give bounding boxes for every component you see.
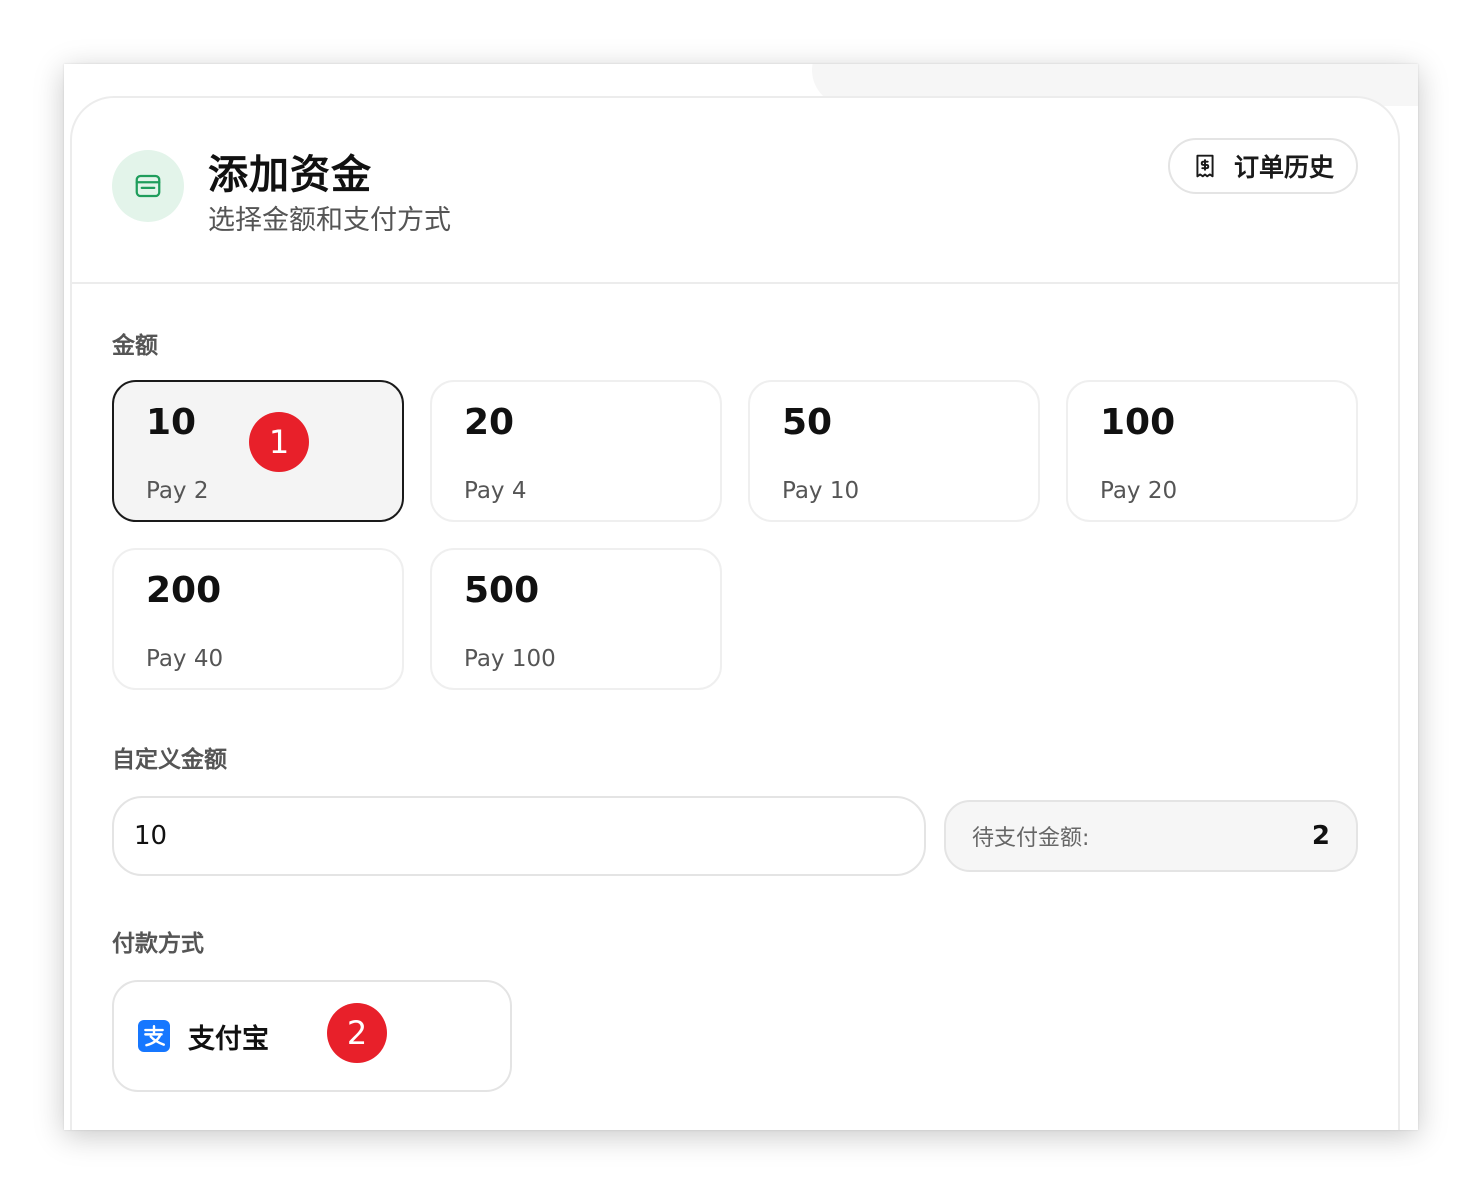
- amount-section-label: 金额: [112, 333, 158, 359]
- page-subtitle: 选择金额和支付方式: [208, 205, 451, 236]
- amount-option-50[interactable]: 50 Pay 10: [748, 380, 1040, 522]
- amount-pay: Pay 40: [146, 646, 224, 672]
- amount-value: 100: [1100, 402, 1176, 443]
- amount-due-label: 待支付金额:: [972, 826, 1090, 851]
- amount-due-display: 待支付金额: 2: [944, 800, 1358, 872]
- amount-option-500[interactable]: 500 Pay 100: [430, 548, 722, 690]
- payment-method-label: 付款方式: [112, 931, 204, 957]
- order-history-button[interactable]: 订单历史: [1168, 138, 1358, 194]
- card-header: 添加资金 选择金额和支付方式 订单历史: [72, 98, 1398, 284]
- amount-value: 200: [146, 570, 222, 611]
- amount-value: 10: [146, 402, 197, 443]
- amount-pay: Pay 2: [146, 478, 209, 504]
- order-history-label: 订单历史: [1234, 153, 1335, 182]
- page-title: 添加资金: [208, 152, 372, 198]
- add-funds-card: 添加资金 选择金额和支付方式 订单历史 金额 10 Pay 2 20 Pay 4: [70, 96, 1400, 1130]
- amount-pay: Pay 20: [1100, 478, 1178, 504]
- add-funds-window: 添加资金 选择金额和支付方式 订单历史 金额 10 Pay 2 20 Pay 4: [64, 64, 1418, 1130]
- amount-option-20[interactable]: 20 Pay 4: [430, 380, 722, 522]
- custom-amount-label: 自定义金额: [112, 747, 227, 773]
- receipt-icon: [1192, 153, 1218, 179]
- amount-pay: Pay 100: [464, 646, 556, 672]
- amount-due-value: 2: [1311, 821, 1330, 851]
- amount-value: 20: [464, 402, 515, 443]
- custom-amount-input[interactable]: [112, 796, 926, 876]
- amount-option-100[interactable]: 100 Pay 20: [1066, 380, 1358, 522]
- amount-pay: Pay 4: [464, 478, 527, 504]
- amount-option-200[interactable]: 200 Pay 40: [112, 548, 404, 690]
- annotation-marker-2: 2: [327, 1003, 387, 1063]
- amount-value: 500: [464, 570, 540, 611]
- payment-method-alipay[interactable]: 支付宝: [112, 980, 512, 1092]
- annotation-marker-1: 1: [249, 412, 309, 472]
- wallet-icon: [112, 150, 184, 222]
- amount-pay: Pay 10: [782, 478, 860, 504]
- amount-value: 50: [782, 402, 833, 443]
- alipay-icon: [138, 1020, 170, 1052]
- payment-method-name: 支付宝: [188, 1023, 269, 1055]
